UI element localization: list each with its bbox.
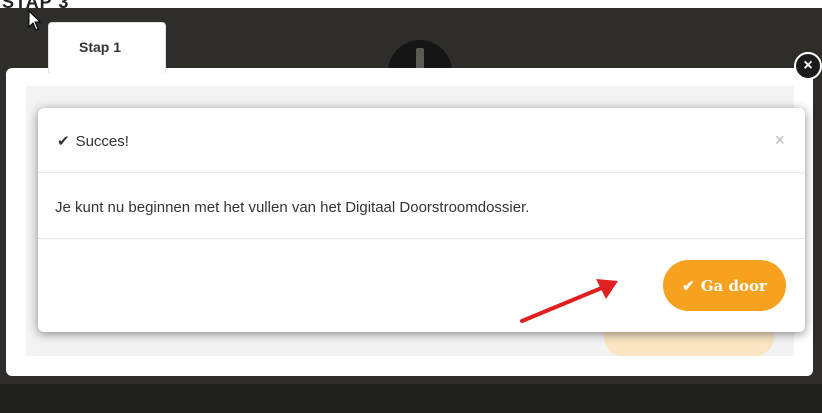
continue-button[interactable]: ✔ Ga door	[663, 260, 786, 311]
check-icon: ✔	[682, 276, 695, 295]
mouse-cursor-icon	[28, 10, 42, 31]
success-modal: ✔ Succes! × Je kunt nu beginnen met het …	[38, 108, 805, 332]
close-icon: ×	[803, 57, 813, 74]
modal-close-button[interactable]: ×	[774, 130, 785, 151]
modal-title: ✔ Succes!	[57, 132, 129, 151]
continue-button-label: Ga door	[700, 276, 767, 295]
modal-title-text: Succes!	[75, 132, 129, 150]
modal-header: ✔ Succes! ×	[38, 108, 805, 173]
tab-label: Stap 1	[79, 39, 122, 55]
close-wizard-button[interactable]: ×	[794, 52, 822, 80]
modal-message: Je kunt nu beginnen met het vullen van h…	[55, 199, 530, 216]
modal-body: Je kunt nu beginnen met het vullen van h…	[38, 173, 805, 239]
tab-stap-1[interactable]: Stap 1	[48, 22, 166, 73]
annotation-arrow-icon	[520, 279, 618, 323]
backdrop-band	[0, 384, 822, 413]
check-icon: ✔	[57, 133, 70, 150]
